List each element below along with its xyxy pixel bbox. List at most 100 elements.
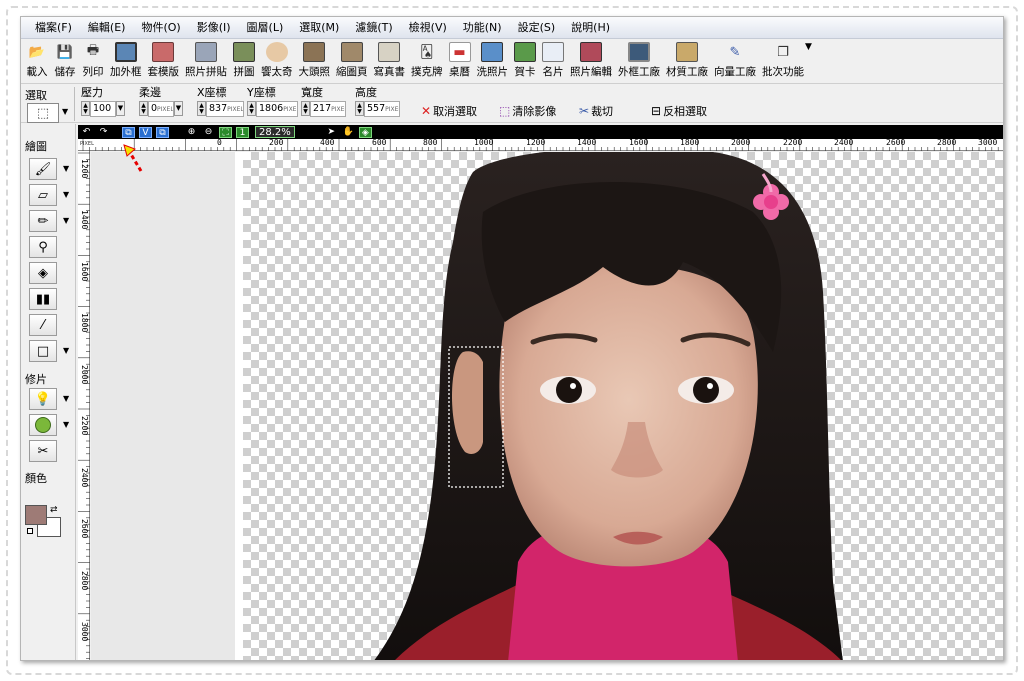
width-input[interactable]: 217PIXEL <box>310 100 346 117</box>
menu-function[interactable]: 功能(N) <box>455 18 510 38</box>
thumbnail-page-button[interactable]: 縮圖頁 <box>333 40 371 79</box>
batch-button[interactable]: ❐ 批次功能 <box>759 40 807 79</box>
swap-colors-icon[interactable]: ⇄ <box>50 505 58 515</box>
brush-options-arrow-icon[interactable]: ▼ <box>63 164 69 173</box>
menu-layer[interactable]: 圖層(L) <box>239 18 292 38</box>
feather-input[interactable]: 0PIXEL <box>148 100 174 117</box>
menu-object[interactable]: 物件(O) <box>133 18 188 38</box>
actual-size-icon[interactable]: 1 <box>236 126 249 138</box>
business-card-button[interactable]: 名片 <box>539 40 567 79</box>
desk-calendar-button[interactable]: ▬ 桌曆 <box>446 40 474 79</box>
add-frame-button[interactable]: 加外框 <box>107 40 145 79</box>
dropdown-arrow-icon[interactable]: ▼ <box>62 107 68 116</box>
undo-icon[interactable]: ↶ <box>80 127 93 138</box>
pencil-tool[interactable]: ✏ <box>29 210 57 232</box>
texture-factory-button[interactable]: 材質工廠 <box>663 40 711 79</box>
light-tool[interactable]: 💡 <box>29 388 57 410</box>
feather-spinner[interactable]: ▲ ▼ <box>139 101 148 116</box>
h-tick-label: 1200 <box>526 138 546 147</box>
eraser-tool[interactable]: ▱ <box>29 184 57 206</box>
print-photos-button[interactable]: 洗照片 <box>474 40 512 79</box>
fit-screen-icon[interactable]: ⛶ <box>219 126 232 138</box>
crop-button[interactable]: ✂ 裁切 <box>579 103 613 119</box>
pencil-options-arrow-icon[interactable]: ▼ <box>63 216 69 225</box>
brush-tool[interactable]: 🖌 <box>29 158 57 180</box>
poker-cards-button[interactable]: 🂡 撲克牌 <box>408 40 446 79</box>
menu-settings[interactable]: 設定(S) <box>510 18 564 38</box>
y-coordinate-input[interactable]: 1806PIXEL <box>256 100 298 117</box>
marquee-select-dropdown[interactable]: ⬚ <box>27 103 59 123</box>
invert-select-button[interactable]: ⊟ 反相選取 <box>651 103 707 119</box>
h-tick-label: 2800 <box>937 138 957 147</box>
default-colors-icon[interactable] <box>27 528 33 534</box>
invert-select-icon: ⊟ <box>651 104 662 118</box>
x-coordinate-spinner[interactable]: ▲ ▼ <box>197 101 206 116</box>
toolbar-more-arrow-icon[interactable]: ▼ <box>805 42 812 52</box>
puzzle-button[interactable]: 拼圖 <box>230 40 258 79</box>
zoom-level: 28.2% <box>255 126 295 138</box>
shape-options-arrow-icon[interactable]: ▼ <box>63 346 69 355</box>
menu-edit[interactable]: 編輯(E) <box>80 18 134 38</box>
print-button[interactable]: 🖶 列印 <box>79 40 107 79</box>
x-coordinate-input[interactable]: 837PIXEL <box>206 100 244 117</box>
menu-view[interactable]: 檢視(V) <box>401 18 455 38</box>
redo-icon[interactable]: ↷ <box>97 127 110 138</box>
frame-factory-button[interactable]: 外框工廠 <box>615 40 663 79</box>
y-coordinate-spinner[interactable]: ▲ ▼ <box>247 101 256 116</box>
menu-image[interactable]: 影像(I) <box>189 18 239 38</box>
clear-image-button[interactable]: ⬚ 清除影像 <box>499 103 556 119</box>
width-spinner[interactable]: ▲ ▼ <box>301 101 310 116</box>
menu-help[interactable]: 說明(H) <box>563 18 618 38</box>
stamp-tool[interactable]: ⚲ <box>29 236 57 258</box>
photo-edit-button[interactable]: 照片編輯 <box>567 40 615 79</box>
feather-dropdown-icon[interactable]: ▼ <box>174 101 183 116</box>
eyedropper-tool[interactable]: ⁄ <box>29 314 57 336</box>
zoom-in-icon[interactable]: ⊕ <box>185 127 198 138</box>
portrait-photo <box>374 152 843 660</box>
clone-tool[interactable]: ✂ <box>29 440 57 462</box>
menu-select[interactable]: 選取(M) <box>291 18 347 38</box>
avatar-button[interactable]: 饗太奇 <box>258 40 296 79</box>
foreground-color-swatch[interactable] <box>25 505 47 525</box>
crosshair-icon[interactable]: ◈ <box>358 126 372 138</box>
greeting-card-button[interactable]: 賀卡 <box>511 40 539 79</box>
calendar-icon: ▬ <box>448 42 471 62</box>
gradient-icon: ▮▮ <box>35 291 51 307</box>
zoom-out-icon[interactable]: ⊖ <box>202 127 215 138</box>
hand-icon[interactable]: ✋ <box>342 127 355 138</box>
vector-factory-button[interactable]: ✎ 向量工廠 <box>711 40 759 79</box>
photo-collage-button[interactable]: 照片拼貼 <box>182 40 230 79</box>
h-tick-label: 1600 <box>629 138 649 147</box>
copy-layer-icon[interactable]: ⧉ <box>122 126 135 138</box>
pointer-icon[interactable]: ➤ <box>325 127 338 138</box>
folder-open-icon: 📂 <box>28 44 46 60</box>
height-input[interactable]: 557PIXEL <box>364 100 400 117</box>
cancel-select-button[interactable]: ✕ 取消選取 <box>421 103 477 119</box>
pressure-input[interactable]: 100 <box>90 100 116 117</box>
eraser-options-arrow-icon[interactable]: ▼ <box>63 190 69 199</box>
gradient-tool[interactable]: ▮▮ <box>29 288 57 310</box>
blur-tool[interactable] <box>29 414 57 436</box>
paste-icon[interactable]: V <box>139 126 152 138</box>
menu-file[interactable]: 檔案(F) <box>27 18 80 38</box>
template-button[interactable]: 套模版 <box>145 40 183 79</box>
pressure-dropdown-icon[interactable]: ▼ <box>116 101 125 116</box>
right-eye-highlight <box>707 383 713 389</box>
menu-filter[interactable]: 濾鏡(T) <box>347 18 400 38</box>
height-spinner[interactable]: ▲ ▼ <box>355 101 364 116</box>
save-button[interactable]: 💾 儲存 <box>51 40 79 79</box>
ruler-unit-label: PIXEL <box>80 141 94 147</box>
photobook-button[interactable]: 寫真書 <box>371 40 409 79</box>
fill-tool[interactable]: ◈ <box>29 262 57 284</box>
paste-new-icon[interactable]: ⧉ <box>156 126 169 138</box>
thumbnails-icon <box>340 42 363 62</box>
blur-options-arrow-icon[interactable]: ▼ <box>63 420 69 429</box>
light-options-arrow-icon[interactable]: ▼ <box>63 394 69 403</box>
shape-tool[interactable]: □ <box>29 340 57 362</box>
pressure-spinner[interactable]: ▲ ▼ <box>81 101 90 116</box>
id-photo-button[interactable]: 大頭照 <box>296 40 334 79</box>
left-eye-highlight <box>570 383 576 389</box>
load-button[interactable]: 📂 載入 <box>23 40 51 79</box>
people-scissors-icon: ✂ <box>37 443 49 459</box>
image-canvas[interactable] <box>243 152 1003 660</box>
